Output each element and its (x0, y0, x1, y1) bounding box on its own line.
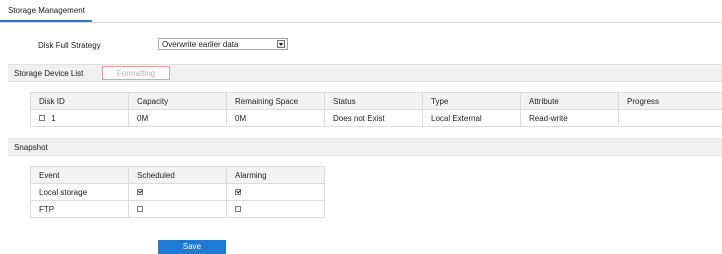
col-capacity: Capacity (128, 92, 227, 110)
table-header-row: Disk ID Capacity Remaining Space Status … (30, 92, 722, 110)
col-type: Type (422, 92, 521, 110)
type-cell: Local External (422, 109, 521, 127)
snapshot-header-row: Event Scheduled Alarming (30, 166, 325, 184)
disk-full-strategy-value: Overwrite earlier data (162, 40, 239, 49)
save-button[interactable]: Save (158, 240, 226, 254)
status-cell: Does not Exist (324, 109, 423, 127)
col-event: Event (30, 166, 129, 184)
tab-bar: Storage Management (0, 0, 722, 23)
local-storage-scheduled-checkbox[interactable] (137, 189, 143, 196)
table-row: 1 0M 0M Does not Exist Local External Re… (30, 109, 722, 127)
disk-id-cell: 1 (30, 109, 129, 127)
local-storage-alarming-checkbox[interactable] (235, 189, 241, 196)
ftp-scheduled-checkbox[interactable] (137, 206, 143, 213)
table-row: FTP (30, 200, 325, 218)
formatting-button[interactable]: Formatting (102, 66, 170, 80)
event-cell: FTP (30, 200, 129, 218)
col-remaining-space: Remaining Space (226, 92, 325, 110)
disk-full-strategy-label: Disk Full Strategy (38, 41, 101, 50)
col-alarming: Alarming (226, 166, 325, 184)
storage-device-list-header: Storage Device List Formatting (8, 64, 722, 82)
col-attribute: Attribute (520, 92, 619, 110)
disk-full-strategy-select[interactable]: Overwrite earlier data (158, 38, 288, 50)
scheduled-cell (128, 183, 227, 201)
progress-cell (618, 109, 722, 127)
storage-device-table: Disk ID Capacity Remaining Space Status … (30, 92, 722, 127)
alarming-cell (226, 200, 325, 218)
snapshot-title: Snapshot (14, 143, 48, 152)
disk-select-checkbox[interactable] (39, 115, 45, 122)
alarming-cell (226, 183, 325, 201)
col-progress: Progress (618, 92, 722, 110)
attribute-cell: Read-write (520, 109, 619, 127)
disk-id-value: 1 (51, 113, 56, 123)
col-status: Status (324, 92, 423, 110)
tab-storage-management[interactable]: Storage Management (0, 0, 93, 22)
col-scheduled: Scheduled (128, 166, 227, 184)
capacity-cell: 0M (128, 109, 227, 127)
event-cell: Local storage (30, 183, 129, 201)
col-disk-id: Disk ID (30, 92, 129, 110)
snapshot-header: Snapshot (8, 138, 722, 156)
storage-device-list-title: Storage Device List (14, 69, 84, 78)
active-tab-indicator (0, 20, 92, 22)
scheduled-cell (128, 200, 227, 218)
chevron-down-icon[interactable] (277, 40, 285, 48)
table-row: Local storage (30, 183, 325, 201)
remaining-space-cell: 0M (226, 109, 325, 127)
snapshot-table: Event Scheduled Alarming Local storage F… (30, 166, 325, 218)
ftp-alarming-checkbox[interactable] (235, 206, 241, 213)
